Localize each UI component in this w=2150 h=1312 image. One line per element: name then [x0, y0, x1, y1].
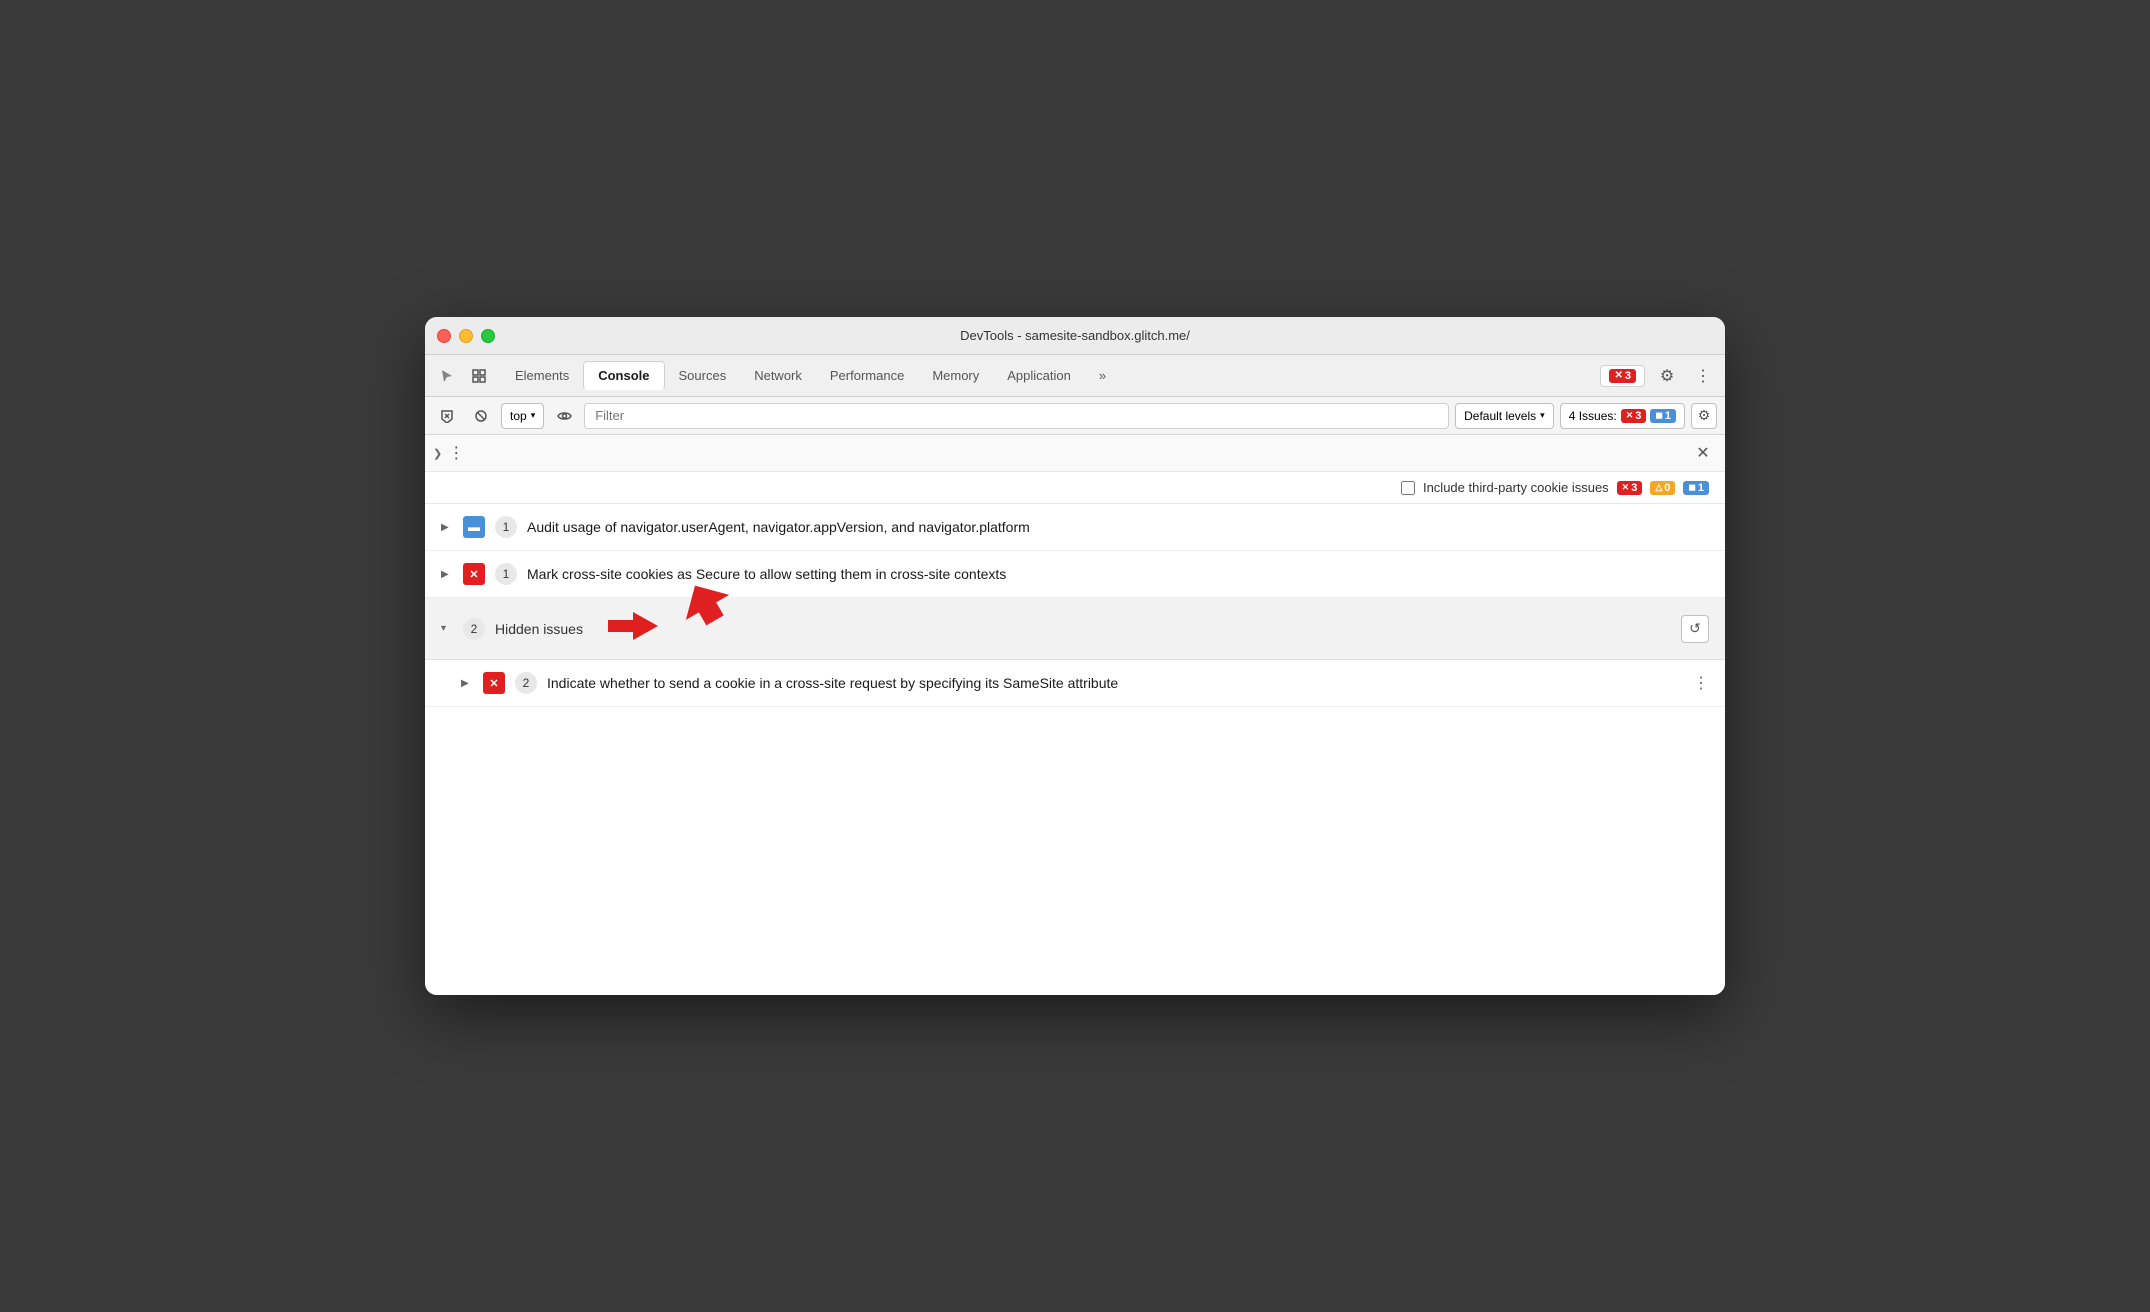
- tab-memory[interactable]: Memory: [918, 362, 993, 389]
- issues-red-badge: ✕ 3: [1621, 409, 1647, 423]
- window-title: DevTools - samesite-sandbox.glitch.me/: [960, 328, 1190, 343]
- tab-network[interactable]: Network: [740, 362, 816, 389]
- issue-1-expand-arrow: ▶: [441, 522, 453, 533]
- issue-1-count-badge: 1: [495, 516, 517, 538]
- clear-console-button[interactable]: [433, 402, 461, 430]
- issue-1-info-icon: ▬: [468, 520, 480, 534]
- hidden-issues-refresh-button[interactable]: ↺: [1681, 615, 1709, 643]
- hidden-issues-expand-arrow: ▾: [441, 623, 453, 634]
- chevron-down-icon: ▾: [531, 410, 536, 421]
- issue-1-text: Audit usage of navigator.userAgent, navi…: [527, 519, 1709, 535]
- ban-icon: [474, 409, 488, 423]
- hidden-issues-label: Hidden issues: [495, 621, 583, 637]
- include-error-icon: ✕: [1622, 482, 1630, 493]
- issues-label: 4 Issues:: [1569, 409, 1617, 423]
- tab-elements[interactable]: Elements: [501, 362, 583, 389]
- log-levels-selector[interactable]: Default levels ▾: [1455, 403, 1554, 429]
- issues-error-icon: ✕: [1626, 410, 1634, 421]
- red-arrow-pointer-svg: [603, 608, 663, 644]
- eye-button[interactable]: [550, 402, 578, 430]
- nested-issue-expand-arrow: ▶: [461, 678, 473, 689]
- close-button[interactable]: [437, 329, 451, 343]
- hidden-issues-count-badge: 2: [463, 618, 485, 640]
- include-info-icon: ◼: [1688, 482, 1695, 493]
- error-count-badge: ✕ 3: [1600, 365, 1645, 387]
- console-area: ❯ ⋮ ✕ Include third-party cookie issues …: [425, 435, 1725, 995]
- issue-2-expand-arrow: ▶: [441, 569, 453, 580]
- minimize-button[interactable]: [459, 329, 473, 343]
- context-selector[interactable]: top ▾: [501, 403, 544, 429]
- nested-issue-more-button[interactable]: ⋮: [1693, 673, 1709, 693]
- issue-2-error-icon: ✕: [469, 568, 478, 581]
- include-orange-badge: △ 0: [1650, 481, 1675, 495]
- settings-gear-button[interactable]: ⚙: [1653, 362, 1681, 390]
- include-red-badge: ✕ 3: [1617, 481, 1643, 495]
- ban-button[interactable]: [467, 402, 495, 430]
- red-arrow-pointer: [603, 608, 663, 649]
- levels-chevron-icon: ▾: [1540, 410, 1545, 421]
- clear-icon: [440, 409, 454, 423]
- tab-performance[interactable]: Performance: [816, 362, 918, 389]
- issue-2-text: Mark cross-site cookies as Secure to all…: [527, 566, 1709, 582]
- hidden-issues-row[interactable]: ▾ 2 Hidden issues ↺: [425, 598, 1725, 660]
- include-blue-badge: ◼ 1: [1683, 481, 1709, 495]
- log-levels-label: Default levels: [1464, 409, 1536, 423]
- nested-issue-text: Indicate whether to send a cookie in a c…: [547, 675, 1683, 691]
- issues-blue-badge: ◼ 1: [1650, 409, 1676, 423]
- tabs: Elements Console Sources Network Perform…: [501, 361, 1600, 390]
- tab-bar: Elements Console Sources Network Perform…: [425, 355, 1725, 397]
- devtools-window: DevTools - samesite-sandbox.glitch.me/ E: [425, 317, 1725, 995]
- issue-row-2[interactable]: ▶ ✕ 1 Mark cross-site cookies as Secure …: [425, 551, 1725, 598]
- include-third-party-checkbox[interactable]: [1401, 481, 1415, 495]
- console-more-options-button[interactable]: ⋮: [442, 439, 470, 467]
- issues-list: ▶ ▬ 1 Audit usage of navigator.userAgent…: [425, 504, 1725, 707]
- console-expand-chevron[interactable]: ❯: [433, 447, 442, 460]
- include-warn-icon: △: [1655, 482, 1662, 493]
- error-x-icon: ✕: [1614, 370, 1622, 381]
- console-toolbar: top ▾ Default levels ▾ 4 Issues: ✕ 3 ◼ 1: [425, 397, 1725, 435]
- tab-error-badge-red: ✕ 3: [1609, 369, 1636, 383]
- context-label: top: [510, 409, 527, 423]
- tab-console[interactable]: Console: [583, 361, 664, 390]
- nested-issue-count-badge: 2: [515, 672, 537, 694]
- issues-count-display: 4 Issues: ✕ 3 ◼ 1: [1560, 403, 1685, 429]
- nested-issue-row-1[interactable]: ▶ ✕ 2 Indicate whether to send a cookie …: [425, 660, 1725, 707]
- issues-info-icon: ◼: [1655, 410, 1662, 421]
- more-options-button[interactable]: ⋮: [1689, 362, 1717, 390]
- inspect-icon: [471, 368, 487, 384]
- issue-2-count-badge: 1: [495, 563, 517, 585]
- filter-input[interactable]: [584, 403, 1449, 429]
- tab-bar-right: ✕ 3 ⚙ ⋮: [1600, 362, 1717, 390]
- nested-issue-type-icon: ✕: [483, 672, 505, 694]
- maximize-button[interactable]: [481, 329, 495, 343]
- close-console-button[interactable]: ✕: [1689, 439, 1717, 467]
- cursor-icon-button[interactable]: [433, 362, 461, 390]
- tab-bar-icons: [433, 362, 493, 390]
- eye-icon: [557, 411, 572, 421]
- tab-application[interactable]: Application: [993, 362, 1085, 389]
- issue-row-1[interactable]: ▶ ▬ 1 Audit usage of navigator.userAgent…: [425, 504, 1725, 551]
- nested-error-icon: ✕: [489, 677, 498, 690]
- tab-more[interactable]: »: [1085, 362, 1120, 389]
- inspect-icon-button[interactable]: [465, 362, 493, 390]
- cursor-icon: [439, 368, 455, 384]
- traffic-lights: [437, 329, 495, 343]
- tab-sources[interactable]: Sources: [665, 362, 741, 389]
- issue-1-type-icon: ▬: [463, 516, 485, 538]
- include-third-party-label: Include third-party cookie issues: [1423, 480, 1609, 495]
- include-third-party-row: Include third-party cookie issues ✕ 3 △ …: [425, 472, 1725, 504]
- title-bar: DevTools - samesite-sandbox.glitch.me/: [425, 317, 1725, 355]
- issue-2-type-icon: ✕: [463, 563, 485, 585]
- console-settings-button[interactable]: ⚙: [1691, 403, 1717, 429]
- console-header-row: ❯ ⋮ ✕: [425, 435, 1725, 472]
